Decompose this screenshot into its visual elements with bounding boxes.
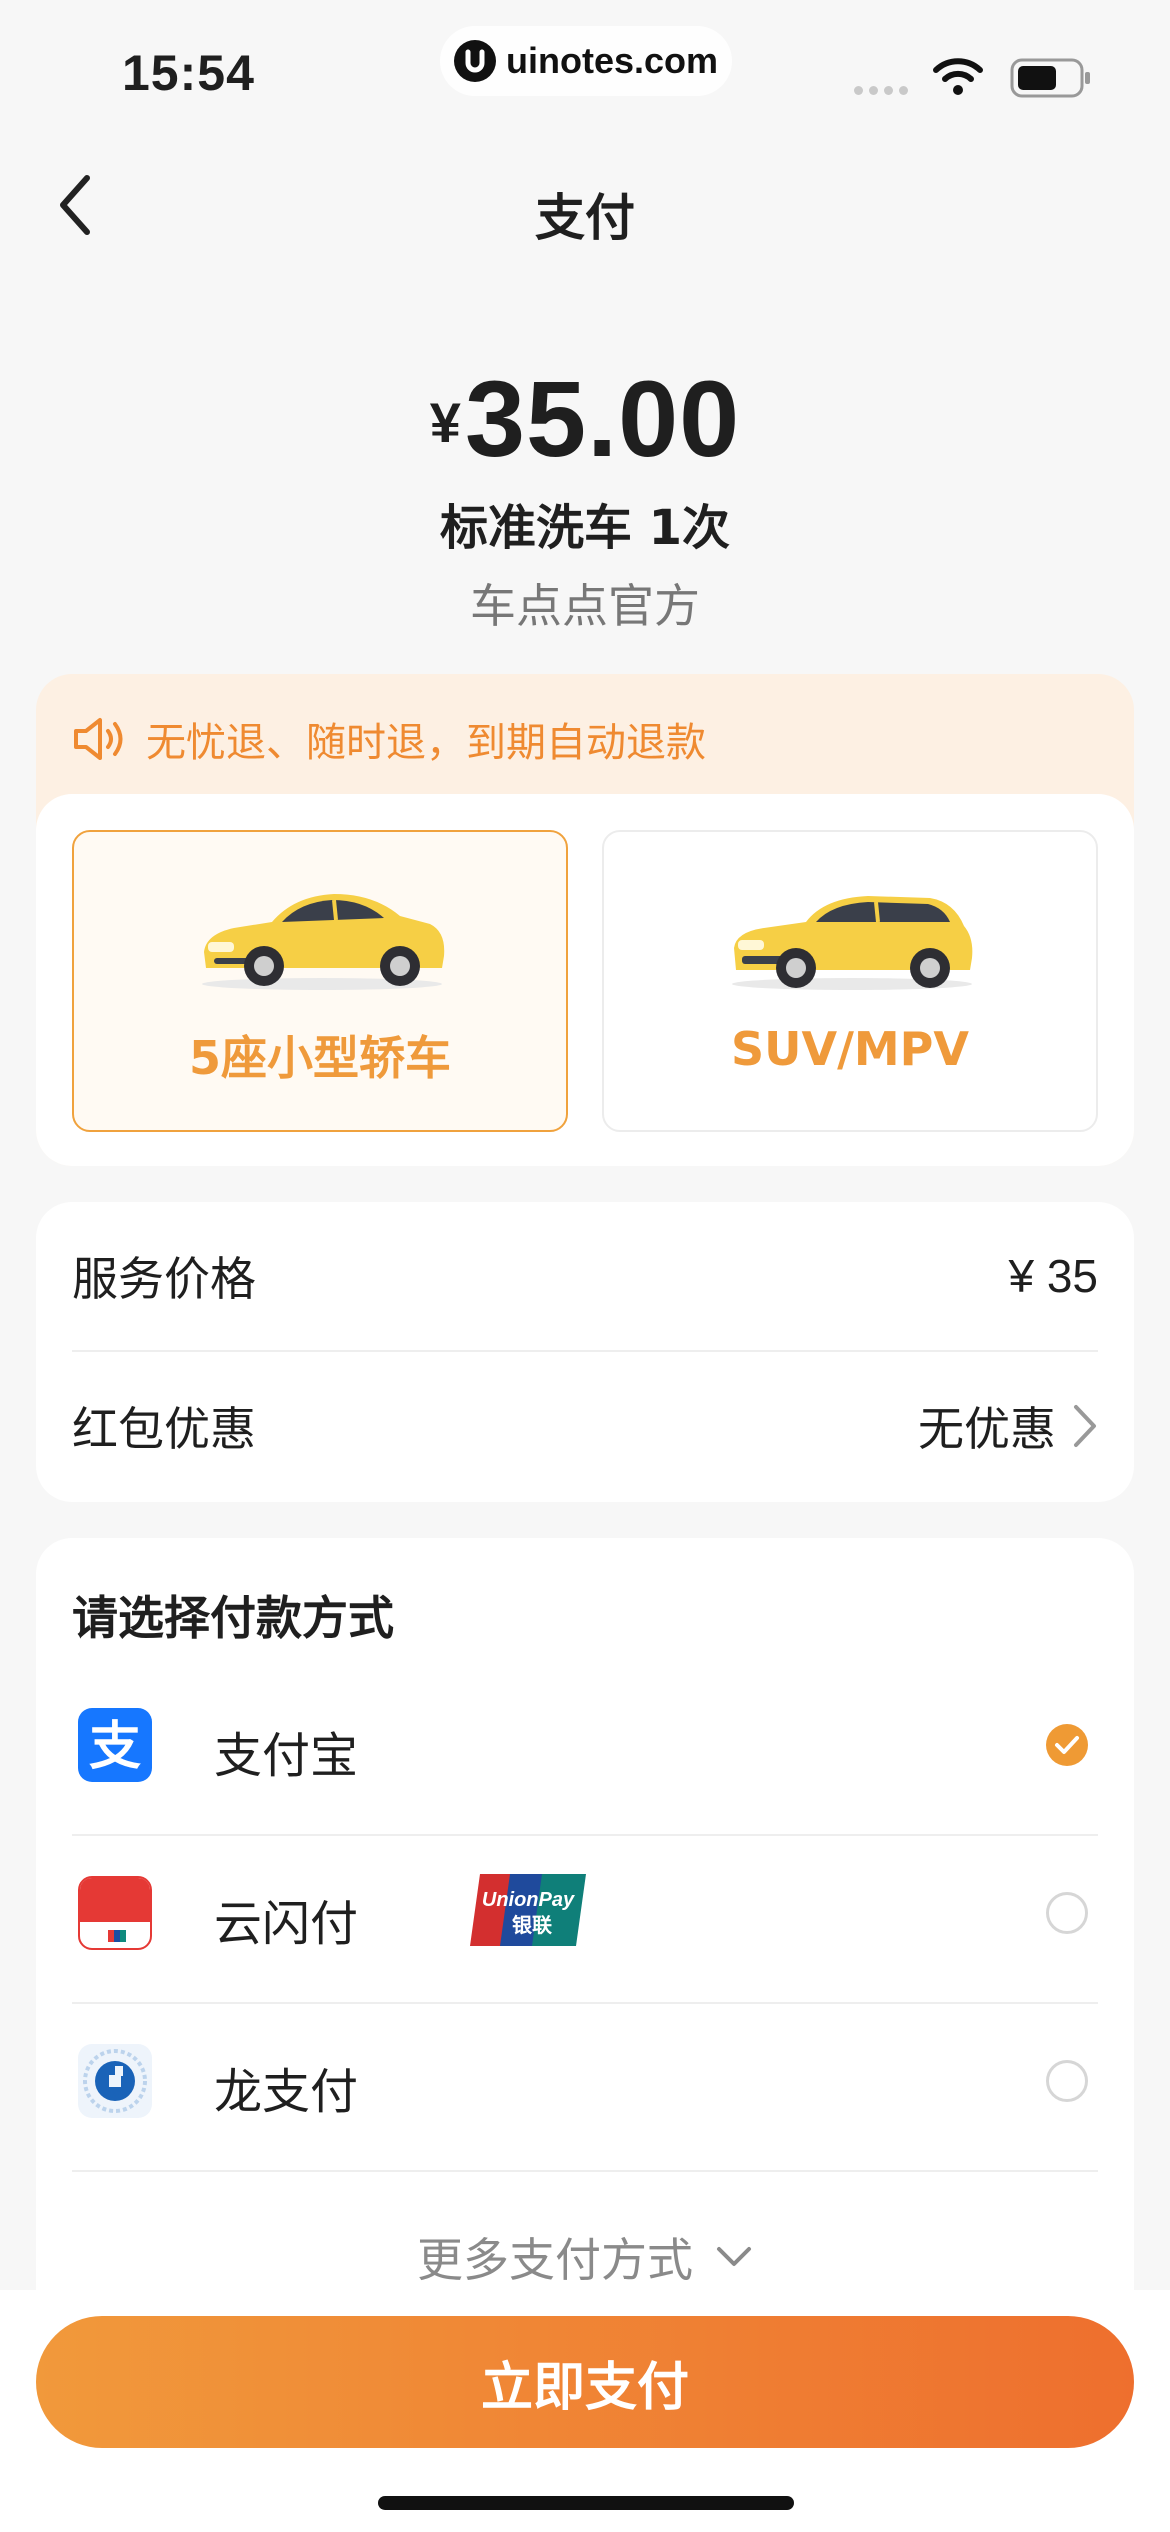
- payment-option-longpay[interactable]: 龙支付: [72, 2002, 1098, 2170]
- nav-bar: 支付: [0, 160, 1170, 250]
- battery-icon: [1010, 58, 1092, 102]
- ccb-pay-icon: [78, 2044, 152, 2118]
- suv-car-icon: [732, 896, 973, 990]
- checkmark-icon: [1055, 1736, 1079, 1754]
- discount-value-group: 无优惠: [918, 1393, 1098, 1459]
- currency-symbol: ¥: [429, 391, 461, 454]
- status-bar: 15:54 uinotes.com: [0, 0, 1170, 130]
- status-time: 15:54: [122, 45, 255, 101]
- discount-label: 红包优惠: [72, 1402, 256, 1456]
- service-price-value: ¥ 35: [1008, 1250, 1098, 1302]
- amount-value: 35.00: [464, 358, 741, 479]
- unionpay-badge-text: UnionPay: [482, 1889, 575, 1911]
- discount-value: 无优惠: [918, 1403, 1056, 1455]
- radio-unchecked[interactable]: [1046, 1892, 1088, 1934]
- sedan-car-icon: [202, 894, 445, 990]
- page-title: 支付: [535, 189, 635, 247]
- unionpay-badge-subtext: 银联: [512, 1913, 552, 1937]
- car-option-suv[interactable]: SUV/MPV: [602, 830, 1098, 1132]
- payment-method-title: 请选择付款方式: [72, 1591, 394, 1645]
- product-name: 标准洗车 1次: [439, 500, 731, 556]
- unionpay-icon: UnionPay 银联: [470, 1874, 586, 1946]
- divider: [72, 2170, 1098, 2172]
- car-option-label: 5座小型轿车: [188, 1031, 451, 1085]
- service-price-row: 服务价格 ¥ 35: [72, 1202, 1098, 1350]
- refund-notice-panel: 无忧退、随时退，到期自动退款 5座小型轿车 SUV/MPV: [36, 674, 1134, 1166]
- speaker-icon: [74, 718, 123, 760]
- more-payment-methods[interactable]: 更多支付方式: [36, 2224, 1134, 2290]
- payment-option-quickpass[interactable]: 云闪付 UnionPay 银联: [72, 1834, 1098, 2002]
- quickpass-icon: [78, 1876, 152, 1950]
- payment-option-label: 龙支付: [214, 2064, 359, 2120]
- signal-icon: [854, 86, 908, 95]
- radio-unchecked[interactable]: [1046, 2060, 1088, 2102]
- wifi-icon: [932, 56, 984, 100]
- chevron-right-icon: [1074, 1405, 1096, 1447]
- pay-now-button[interactable]: 立即支付: [36, 2316, 1134, 2448]
- watermark-pill: uinotes.com: [440, 26, 732, 96]
- radio-checked[interactable]: [1046, 1724, 1088, 1766]
- chevron-down-icon: [717, 2247, 751, 2266]
- bottom-action-bar: 立即支付: [0, 2290, 1170, 2532]
- car-option-label: SUV/MPV: [731, 1022, 969, 1076]
- service-price-label: 服务价格: [72, 1252, 256, 1306]
- car-option-sedan[interactable]: 5座小型轿车: [72, 830, 568, 1132]
- watermark-logo-icon: [453, 40, 496, 82]
- price-summary: 服务价格 ¥ 35 红包优惠 无优惠: [36, 1202, 1134, 1502]
- refund-notice-text: 无忧退、随时退，到期自动退款: [146, 720, 706, 766]
- svg-text:支: 支: [89, 1717, 141, 1777]
- merchant-name: 车点点官方: [470, 579, 700, 633]
- home-indicator: [378, 2496, 794, 2510]
- order-amount: ¥35.00: [0, 356, 1170, 481]
- payment-option-alipay[interactable]: 支 支付宝: [72, 1666, 1098, 1834]
- payment-option-label: 支付宝: [214, 1728, 359, 1784]
- discount-row[interactable]: 红包优惠 无优惠: [72, 1352, 1098, 1500]
- refund-notice: 无忧退、随时退，到期自动退款: [72, 704, 706, 774]
- payment-method-card: 请选择付款方式 支 支付宝 云闪付 UnionPay 银联 龙支付 更多支付方式: [36, 1538, 1134, 2298]
- car-type-selector: 5座小型轿车 SUV/MPV: [36, 794, 1134, 1166]
- alipay-icon: 支: [78, 1708, 152, 1782]
- watermark-text: uinotes.com: [505, 40, 719, 81]
- payment-option-label: 云闪付: [214, 1896, 359, 1952]
- more-payment-label: 更多支付方式: [417, 2233, 693, 2287]
